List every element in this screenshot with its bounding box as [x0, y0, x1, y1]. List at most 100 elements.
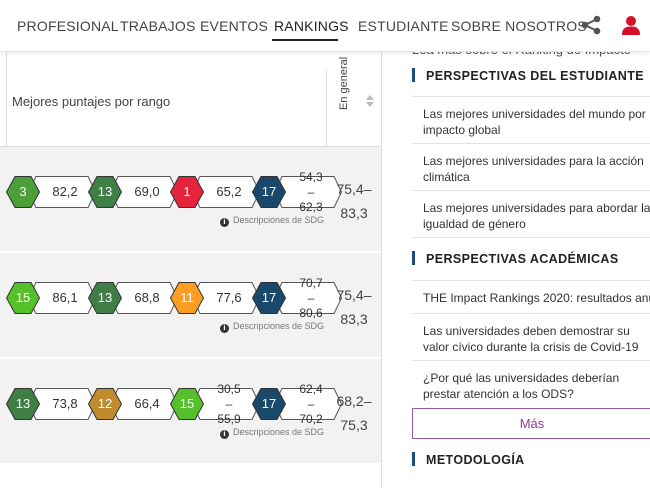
score-value: 82,2 — [52, 184, 78, 199]
article-link[interactable]: Las mejores universidades para abordar l… — [423, 200, 650, 232]
sdg-descriptions-link[interactable]: i Descripciones de SDG — [220, 215, 324, 227]
sdg-score-badge[interactable]: 13 69,0 — [88, 176, 180, 208]
nav-item-profesional[interactable]: PROFESIONAL — [17, 18, 119, 34]
sdg-number: 3 — [19, 184, 27, 199]
score-range-part: – — [307, 397, 315, 411]
score-range-part: 54,3 — [299, 170, 323, 184]
active-nav-indicator — [272, 39, 338, 41]
header-divider — [6, 52, 7, 147]
score-value: 66,4 — [134, 396, 160, 411]
sdg-score-badge[interactable]: 15 86,1 — [6, 282, 98, 314]
overall-score-low: 68,2– — [336, 393, 372, 409]
overall-score: 68,2– 75,3 — [332, 389, 376, 437]
sdg-number: 17 — [261, 396, 277, 411]
sdg-score-badge[interactable]: 11 77,6 — [170, 282, 262, 314]
overall-score-high: 83,3 — [340, 311, 368, 327]
ranking-row: 15 86,1 13 68,8 11 77,6 17 70,7–80,6 75,4– 83,3 i D… — [0, 253, 381, 358]
sdg-number: 11 — [180, 290, 194, 305]
more-button[interactable]: Más — [412, 408, 650, 439]
sdg-number: 13 — [97, 184, 113, 199]
user-icon[interactable] — [620, 14, 642, 36]
article-link[interactable]: Las universidades deben demostrar su val… — [423, 323, 650, 355]
sdg-descriptions-label: Descripciones de SDG — [233, 427, 325, 437]
sdg-number: 17 — [261, 290, 277, 305]
score-range-part: 80,6 — [299, 306, 323, 320]
overall-score-high: 75,3 — [340, 417, 368, 433]
overall-score: 75,4– 83,3 — [332, 283, 376, 331]
info-icon: i — [220, 430, 229, 439]
ranking-row: 3 82,2 13 69,0 1 65,2 17 54,3–62,3 75,4– 83,3 i Des… — [0, 147, 381, 252]
score-value: 65,2 — [216, 184, 242, 199]
score-value: 77,6 — [216, 290, 242, 305]
nav-item-eventos[interactable]: EVENTOS — [200, 18, 268, 34]
sdg-score-badge[interactable]: 12 66,4 — [88, 388, 180, 420]
share-icon[interactable] — [580, 14, 602, 36]
article-link[interactable]: ¿Por qué las universidades deberían pres… — [423, 370, 650, 402]
sdg-score-badge[interactable]: 1 65,2 — [170, 176, 262, 208]
score-range-part: 70,7 — [299, 276, 323, 290]
sort-icon[interactable] — [365, 94, 375, 108]
score-value: 69,0 — [134, 184, 160, 199]
section-title-student: PERSPECTIVAS DEL ESTUDIANTE — [426, 69, 645, 83]
overall-score-high: 83,3 — [340, 205, 368, 221]
score-range-part: 55,9 — [217, 412, 241, 426]
section-title-academic: PERSPECTIVAS ACADÉMICAS — [426, 252, 619, 266]
sdg-descriptions-link[interactable]: i Descripciones de SDG — [220, 321, 324, 333]
score-range-part: – — [307, 185, 315, 199]
rankings-table: Mejores puntajes por rango En general 38… — [0, 52, 381, 488]
score-value: 86,1 — [52, 290, 78, 305]
article-link[interactable]: Las mejores universidades del mundo por … — [423, 106, 650, 138]
score-range-part: – — [225, 397, 233, 411]
score-range: 30,5–55,9 — [202, 382, 256, 427]
overall-score: 75,4– 83,3 — [332, 177, 376, 225]
score-value: 68,8 — [134, 290, 160, 305]
overall-score-low: 75,4– — [336, 181, 372, 197]
sdg-descriptions-label: Descripciones de SDG — [233, 215, 325, 225]
column-header-overall[interactable]: En general — [338, 57, 350, 110]
sdg-number: 15 — [15, 290, 31, 305]
sdg-score-badge[interactable]: 17 62,4–70,2 — [252, 382, 344, 426]
section-accent-bar — [412, 251, 415, 265]
score-range-part: 62,4 — [299, 382, 323, 396]
nav-item-estudiante[interactable]: ESTUDIANTE — [358, 18, 449, 34]
table-header: Mejores puntajes por rango En general — [0, 52, 381, 147]
score-range: 54,3–62,3 — [284, 170, 338, 215]
article-item[interactable]: ¿Por qué las universidades deberían pres… — [412, 360, 650, 408]
article-item[interactable]: Las universidades deben demostrar su val… — [412, 313, 650, 360]
sdg-descriptions-link[interactable]: i Descripciones de SDG — [220, 427, 324, 439]
section-title-methodology: METODOLOGÍA — [426, 453, 525, 467]
ranking-row: 13 73,8 12 66,4 15 30,5–55,9 17 62,4–70,2 68,2– 7… — [0, 359, 381, 464]
overall-score-low: 75,4– — [336, 287, 372, 303]
sdg-number: 13 — [97, 290, 113, 305]
sdg-score-badge[interactable]: 17 54,3–62,3 — [252, 170, 344, 214]
section-accent-bar — [412, 68, 415, 82]
nav-item-trabajos[interactable]: TRABAJOS — [120, 18, 196, 34]
score-range-part: – — [307, 291, 315, 305]
article-item[interactable]: THE Impact Rankings 2020: resultados anu… — [412, 280, 650, 314]
column-header-top-scores: Mejores puntajes por rango — [12, 94, 171, 109]
sdg-number: 12 — [97, 396, 113, 411]
article-link[interactable]: THE Impact Rankings 2020: resultados anu… — [423, 290, 650, 306]
article-link[interactable]: Las mejores universidades para la acción… — [423, 153, 650, 185]
nav-item-sobre-nosotros[interactable]: SOBRE NOSOTROS — [451, 18, 587, 34]
article-item[interactable]: Las mejores universidades para abordar l… — [412, 190, 650, 238]
nav-item-rankings[interactable]: RANKINGS — [274, 18, 349, 34]
sidebar: Lea más sobre el Ranking de Impacto PERS… — [382, 42, 650, 488]
score-range-part: 62,3 — [299, 200, 323, 214]
sdg-score-badge[interactable]: 3 82,2 — [6, 176, 98, 208]
sdg-score-badge[interactable]: 13 68,8 — [88, 282, 180, 314]
article-item[interactable]: Las mejores universidades para la acción… — [412, 143, 650, 190]
section-accent-bar — [412, 452, 415, 466]
score-value: 73,8 — [52, 396, 78, 411]
sdg-score-badge[interactable]: 17 70,7–80,6 — [252, 276, 344, 320]
score-range: 70,7–80,6 — [284, 276, 338, 321]
sdg-score-badge[interactable]: 15 30,5–55,9 — [170, 382, 262, 426]
score-range: 62,4–70,2 — [284, 382, 338, 427]
sdg-number: 15 — [179, 396, 195, 411]
header-divider — [326, 70, 327, 147]
sdg-score-badge[interactable]: 13 73,8 — [6, 388, 98, 420]
article-item[interactable]: Las mejores universidades del mundo por … — [412, 96, 650, 143]
top-navigation: PROFESIONAL TRABAJOS EVENTOS RANKINGS ES… — [0, 0, 650, 52]
sdg-descriptions-label: Descripciones de SDG — [233, 321, 325, 331]
sdg-number: 17 — [261, 184, 277, 199]
